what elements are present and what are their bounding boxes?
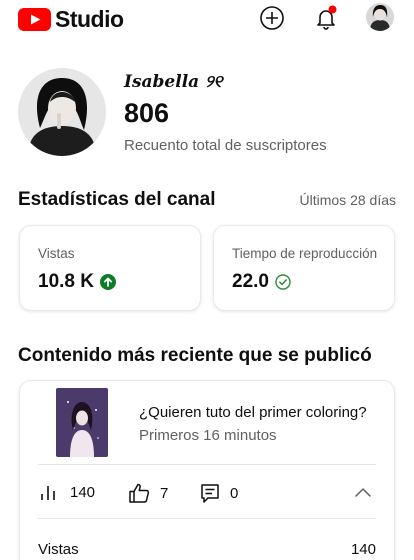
youtube-studio-logo[interactable]: Studio [18, 6, 124, 33]
stat-label: Tiempo de reproducción [232, 246, 378, 261]
views-row-value: 140 [350, 541, 376, 558]
youtube-play-icon [18, 8, 51, 31]
notification-bell-icon[interactable] [312, 4, 340, 32]
recent-content-title: Contenido más reciente que se publicó [18, 345, 372, 366]
video-subtitle: Primeros 16 minutos [139, 427, 277, 444]
views-row-label: Vistas [38, 541, 79, 558]
logo-text: Studio [55, 6, 124, 32]
comments-metric: 0 [200, 483, 238, 503]
stat-value: 22.0 [232, 271, 269, 292]
notification-dot [328, 5, 337, 14]
views-count: 140 [70, 483, 96, 501]
video-thumbnail[interactable] [56, 388, 108, 457]
subscriber-count: 806 [124, 98, 170, 128]
likes-metric: 7 [128, 483, 168, 503]
stat-label: Vistas [38, 246, 75, 261]
video-title[interactable]: ¿Quieren tuto del primer coloring? [139, 404, 379, 421]
account-avatar[interactable] [366, 3, 394, 31]
views-metric: 140 [40, 483, 95, 501]
divider [38, 518, 376, 519]
create-plus-icon[interactable] [258, 4, 286, 32]
channel-stats-title: Estadísticas del canal [18, 189, 216, 210]
thumbs-up-icon [129, 483, 150, 503]
bar-chart-icon [41, 486, 55, 500]
arrow-up-circle-icon [99, 274, 116, 290]
top-bar: Studio [0, 0, 414, 36]
recent-video-card[interactable]: ¿Quieren tuto del primer coloring? Prime… [19, 380, 395, 560]
divider [38, 464, 376, 465]
likes-count: 7 [160, 484, 169, 502]
stat-card-views[interactable]: Vistas 10.8 K [19, 225, 201, 311]
channel-name: 𝑰𝒔𝒂𝒃𝒆𝒍𝒍𝒂 ୨୧ [124, 72, 223, 92]
stat-value: 10.8 K [38, 271, 94, 292]
stat-card-watch-time[interactable]: Tiempo de reproducción 22.0 [213, 225, 395, 311]
channel-avatar[interactable] [18, 68, 106, 156]
period-label: Últimos 28 días [299, 192, 396, 208]
chevron-up-icon[interactable] [354, 485, 372, 499]
check-circle-icon [275, 274, 291, 290]
comment-icon [201, 484, 219, 503]
comments-count: 0 [230, 484, 239, 502]
subscriber-label: Recuento total de suscriptores [124, 137, 327, 154]
